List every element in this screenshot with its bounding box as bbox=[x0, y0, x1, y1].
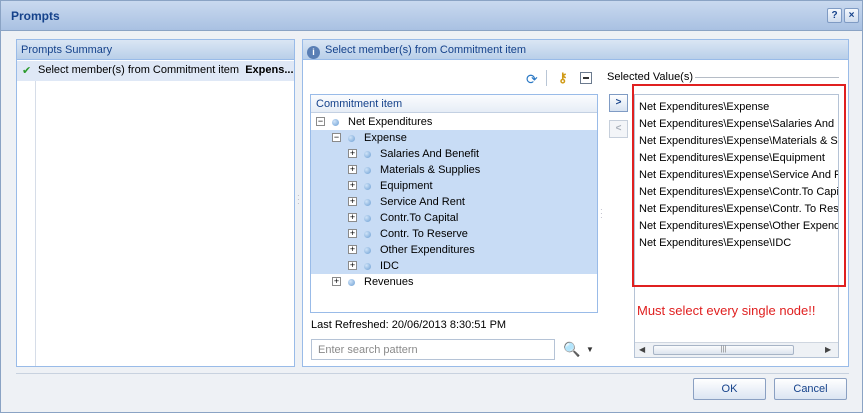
tree-node[interactable]: + Contr. To Reserve bbox=[311, 226, 597, 242]
last-refreshed-text: Last Refreshed: 20/06/2013 8:30:51 PM bbox=[311, 319, 507, 331]
tree-node-label: Revenues bbox=[364, 276, 414, 288]
expand-icon[interactable]: + bbox=[348, 229, 357, 238]
node-bullet-icon bbox=[364, 151, 371, 158]
expand-icon[interactable]: + bbox=[348, 213, 357, 222]
checkmark-icon: ✔ bbox=[22, 65, 32, 77]
ok-button[interactable]: OK bbox=[693, 378, 766, 400]
summary-divider bbox=[35, 81, 36, 366]
tree-node[interactable]: + Materials & Supplies bbox=[311, 162, 597, 178]
tree-node[interactable]: + Service And Rent bbox=[311, 194, 597, 210]
tree-node-label: Service And Rent bbox=[380, 196, 465, 208]
expand-icon[interactable]: + bbox=[348, 245, 357, 254]
member-selection-header: i Select member(s) from Commitment item bbox=[303, 40, 848, 60]
prompts-summary-panel: Prompts Summary ✔ Select member(s) from … bbox=[16, 39, 295, 367]
expand-icon[interactable]: + bbox=[332, 277, 341, 286]
node-bullet-icon bbox=[364, 183, 371, 190]
info-icon: i bbox=[307, 46, 320, 59]
scroll-right-icon[interactable]: ▶ bbox=[825, 345, 831, 354]
prompt-summary-text: Select member(s) from Commitment item Ex… bbox=[38, 64, 293, 76]
annotation-highlight-box bbox=[632, 84, 846, 287]
prompt-summary-label: Select member(s) from Commitment item bbox=[38, 64, 240, 76]
search-options-icon[interactable]: 🔍 bbox=[563, 341, 580, 358]
refresh-icon[interactable]: ⟳ bbox=[526, 71, 538, 88]
node-bullet-icon bbox=[364, 215, 371, 222]
tree-node-label: Other Expenditures bbox=[380, 244, 475, 256]
node-bullet-icon bbox=[364, 247, 371, 254]
toolbar-separator bbox=[546, 70, 547, 86]
collapse-icon[interactable]: − bbox=[316, 117, 325, 126]
tree-node[interactable]: − Expense bbox=[311, 130, 597, 146]
node-bullet-icon bbox=[364, 263, 371, 270]
prompt-summary-value: Expens... bbox=[245, 64, 293, 76]
prompt-summary-item[interactable]: ✔ Select member(s) from Commitment item … bbox=[17, 61, 294, 81]
selected-values-rule bbox=[695, 77, 839, 78]
tree-node-label: Materials & Supplies bbox=[380, 164, 481, 176]
tree-node[interactable]: + IDC bbox=[311, 258, 597, 274]
node-bullet-icon bbox=[364, 199, 371, 206]
tree-node[interactable]: + Other Expenditures bbox=[311, 242, 597, 258]
prompts-summary-header: Prompts Summary bbox=[17, 40, 294, 60]
tree-node[interactable]: + Equipment bbox=[311, 178, 597, 194]
node-bullet-icon bbox=[348, 135, 355, 142]
close-icon[interactable]: × bbox=[844, 8, 859, 23]
tree-node[interactable]: − Net Expenditures bbox=[311, 114, 597, 130]
tree-node-label: Contr. To Reserve bbox=[380, 228, 468, 240]
horizontal-scrollbar[interactable]: ◀ ||| ▶ bbox=[635, 342, 838, 357]
chevron-down-icon[interactable]: ▼ bbox=[586, 345, 594, 354]
collapse-icon[interactable]: − bbox=[332, 133, 341, 142]
expand-icon[interactable]: + bbox=[348, 149, 357, 158]
tree-node-label: Net Expenditures bbox=[348, 116, 433, 128]
tree-node[interactable]: + Salaries And Benefit bbox=[311, 146, 597, 162]
remove-selection-button[interactable]: < bbox=[609, 120, 628, 138]
scrollbar-thumb[interactable]: ||| bbox=[653, 345, 794, 355]
tree-node[interactable]: + Contr.To Capital bbox=[311, 210, 597, 226]
key-icon[interactable]: ⚷ bbox=[558, 70, 568, 86]
title-bar: Prompts ? × bbox=[1, 1, 862, 31]
prompts-dialog: Prompts ? × Prompts Summary ✔ Select mem… bbox=[0, 0, 863, 413]
node-bullet-icon bbox=[364, 167, 371, 174]
cancel-button[interactable]: Cancel bbox=[774, 378, 847, 400]
tree-node-label: Expense bbox=[364, 132, 407, 144]
node-bullet-icon bbox=[348, 279, 355, 286]
footer-separator bbox=[16, 373, 849, 374]
expand-icon[interactable]: + bbox=[348, 197, 357, 206]
tree-column-header: Commitment item bbox=[311, 95, 597, 113]
collapse-all-icon[interactable] bbox=[580, 72, 592, 84]
splitter-grip-icon[interactable]: · · · bbox=[297, 192, 300, 210]
scroll-left-icon[interactable]: ◀ bbox=[639, 345, 645, 354]
help-icon[interactable]: ? bbox=[827, 8, 842, 23]
node-bullet-icon bbox=[364, 231, 371, 238]
annotation-note: Must select every single node!! bbox=[637, 303, 816, 318]
selected-values-title: Selected Value(s) bbox=[607, 71, 694, 83]
expand-icon[interactable]: + bbox=[348, 165, 357, 174]
tree-node[interactable]: + Revenues bbox=[311, 274, 597, 290]
splitter-grip-icon[interactable]: · · · bbox=[600, 206, 603, 224]
member-selection-title: Select member(s) from Commitment item bbox=[325, 44, 527, 56]
add-selection-button[interactable]: > bbox=[609, 94, 628, 112]
tree-node-label: IDC bbox=[380, 260, 399, 272]
expand-icon[interactable]: + bbox=[348, 261, 357, 270]
search-input[interactable] bbox=[311, 339, 555, 360]
tree-node-label: Equipment bbox=[380, 180, 433, 192]
expand-icon[interactable]: + bbox=[348, 181, 357, 190]
dialog-title: Prompts bbox=[11, 9, 60, 23]
tree-node-label: Contr.To Capital bbox=[380, 212, 459, 224]
node-bullet-icon bbox=[332, 119, 339, 126]
commitment-item-tree[interactable]: Commitment item − Net Expenditures − Expens… bbox=[310, 94, 598, 313]
tree-node-label: Salaries And Benefit bbox=[380, 148, 480, 160]
